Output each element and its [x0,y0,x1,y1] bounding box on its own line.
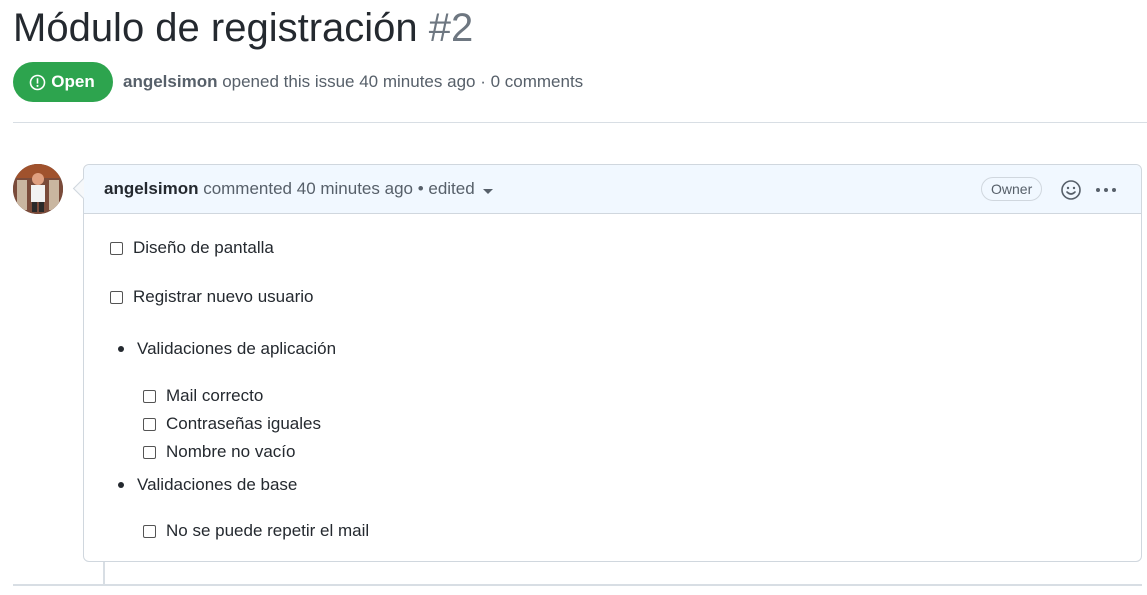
comment-meta-text[interactable]: commented 40 minutes ago • edited [198,179,475,199]
bullet [118,346,124,352]
task-checkbox[interactable] [143,524,156,538]
task-item: Nombre no vacío [143,442,295,462]
task-item: Diseño de pantalla [110,238,274,258]
kebab-icon[interactable] [1095,179,1117,201]
task-label: Contraseñas iguales [166,414,321,433]
task-item: Registrar nuevo usuario [110,287,313,307]
list-item: Validaciones de aplicación [118,339,336,359]
issue-author-link[interactable]: angelsimon [123,72,217,91]
list-item-label: Validaciones de base [137,475,298,494]
issue-meta: angelsimon opened this issue 40 minutes … [123,72,583,92]
smiley-icon[interactable] [1060,179,1082,201]
timeline-line [103,562,105,584]
task-label: Nombre no vacío [166,442,296,461]
comment-author-link[interactable]: angelsimon [104,179,198,199]
comment-box: angelsimon commented 40 minutes ago • ed… [83,164,1142,562]
task-checkbox[interactable] [143,417,156,431]
avatar[interactable] [13,164,63,214]
issue-title-text: Módulo de registración [13,6,418,50]
status-badge: Open [13,62,113,102]
caret-down-icon[interactable] [482,188,493,194]
header-divider [13,122,1147,123]
issue-opened-icon [29,74,46,91]
task-checkbox[interactable] [110,290,123,304]
issue-title: Módulo de registración #2 [13,6,473,51]
status-label: Open [51,72,95,91]
owner-badge: Owner [981,177,1043,201]
task-checkbox[interactable] [143,445,156,459]
task-item: Contraseñas iguales [143,414,321,434]
list-item-label: Validaciones de aplicación [137,339,337,358]
task-item: Mail correcto [143,386,263,406]
task-label: Diseño de pantalla [133,238,274,257]
bullet [118,482,124,488]
task-label: Mail correcto [166,386,264,405]
timeline-divider [13,584,1142,586]
task-item: No se puede repetir el mail [143,521,369,541]
task-label: Registrar nuevo usuario [133,287,314,306]
issue-meta-text: opened this issue 40 minutes ago · 0 com… [217,72,584,91]
issue-number: #2 [428,6,474,50]
task-checkbox[interactable] [110,241,123,255]
task-label: No se puede repetir el mail [166,521,370,540]
comment-header-text: angelsimon commented 40 minutes ago • ed… [104,179,493,199]
comment-header: angelsimon commented 40 minutes ago • ed… [84,165,1141,214]
task-checkbox[interactable] [143,389,156,403]
list-item: Validaciones de base [118,475,297,495]
